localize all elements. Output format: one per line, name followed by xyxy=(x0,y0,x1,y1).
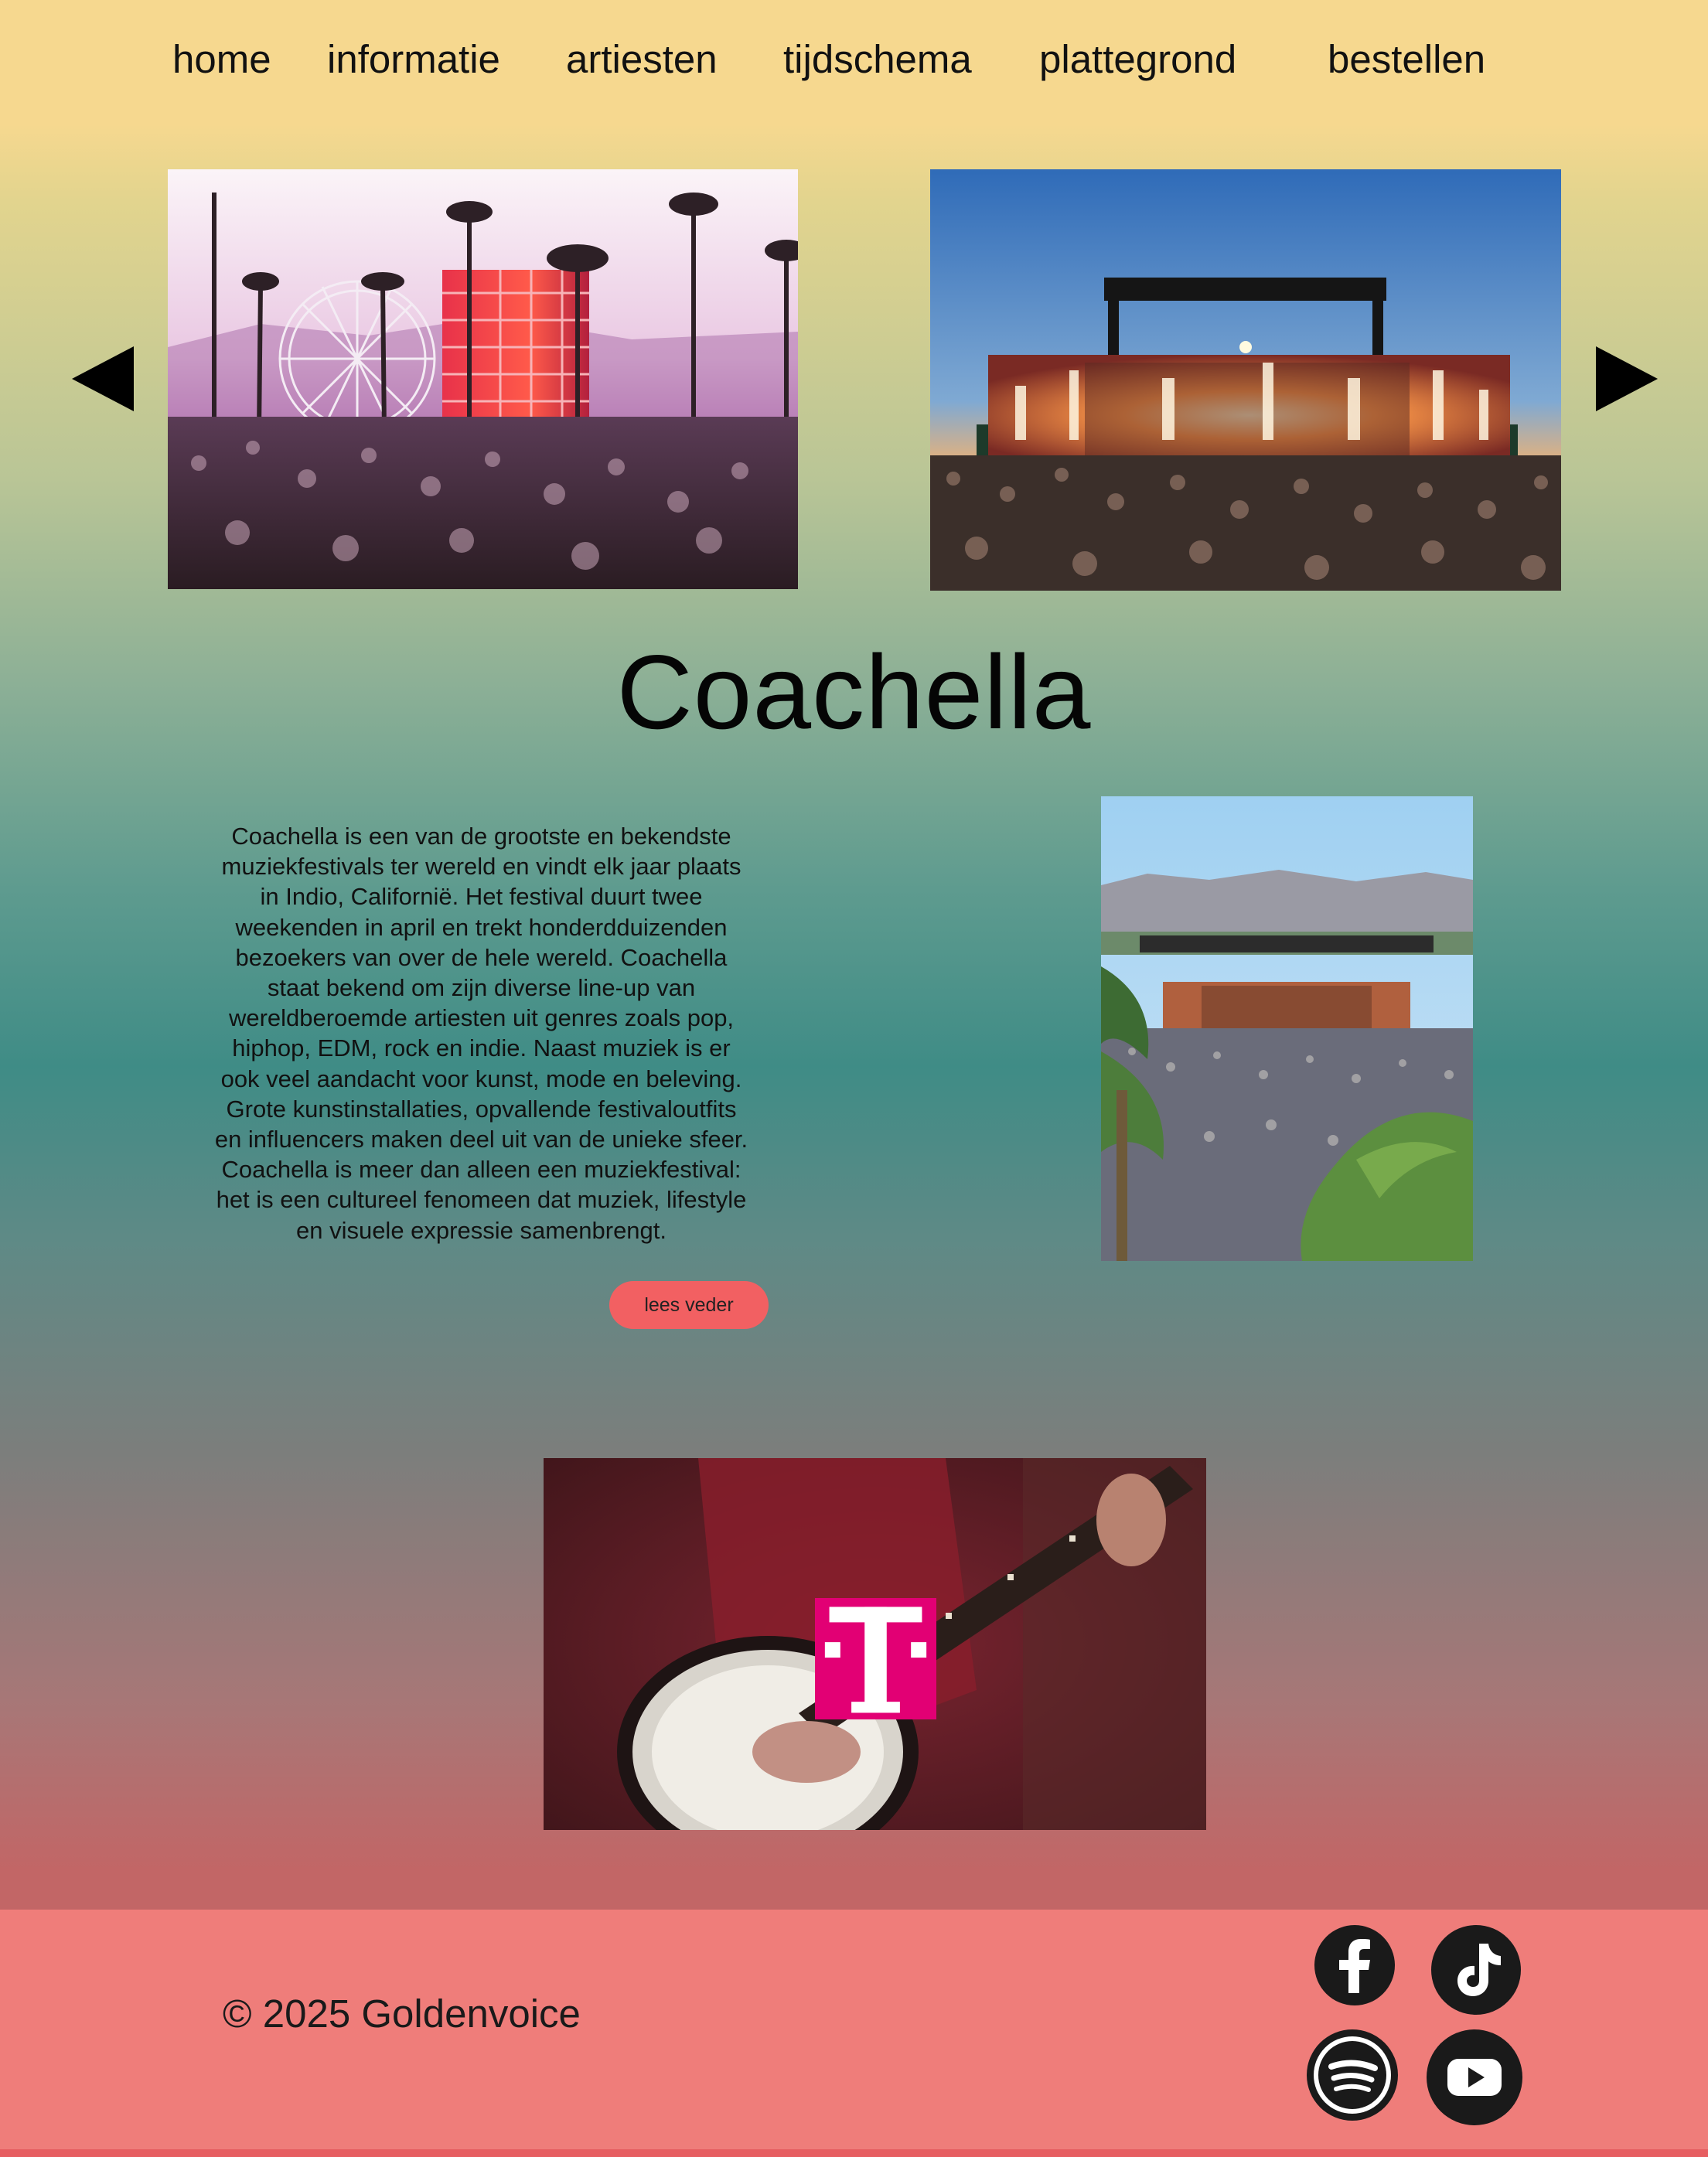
facebook-link[interactable] xyxy=(1314,1925,1395,2005)
sponsor-banjo-image xyxy=(544,1458,1206,1830)
carousel-next-button[interactable] xyxy=(1594,346,1658,411)
carousel-image-ferris-wheel xyxy=(168,169,798,589)
read-more-button[interactable]: lees veder xyxy=(609,1281,769,1329)
triangle-right-icon xyxy=(1596,346,1658,411)
paragraph-line: staat bekend om zijn diverse line-up van xyxy=(267,974,696,1002)
paragraph-line: en visuele expressie samenbrengt. xyxy=(295,1216,667,1244)
intro-paragraph: Coachella is een van de grootste en beke… xyxy=(182,821,781,1245)
paragraph-line: bezoekers van over de hele wereld. Coach… xyxy=(235,943,728,971)
youtube-link[interactable] xyxy=(1426,2029,1523,2125)
facebook-icon xyxy=(1314,1925,1395,2005)
nav-item-bestellen[interactable]: bestellen xyxy=(1328,32,1485,87)
paragraph-line: Coachella is meer dan alleen een muziekf… xyxy=(221,1156,741,1184)
nav-item-artiesten[interactable]: artiesten xyxy=(566,32,718,87)
paragraph-line: in Indio, Californië. Het festival duurt… xyxy=(260,883,703,911)
tiktok-link[interactable] xyxy=(1431,1925,1521,2015)
nav-item-home[interactable]: home xyxy=(172,32,271,87)
paragraph-line: het is een cultureel fenomeen dat muziek… xyxy=(216,1186,747,1214)
spotify-icon xyxy=(1307,2029,1398,2121)
nav-item-informatie[interactable]: informatie xyxy=(327,32,500,87)
top-navigation: home informatie artiesten tijdschema pla… xyxy=(0,0,1708,125)
paragraph-line: Coachella is een van de grootste en beke… xyxy=(231,823,731,850)
paragraph-line: en influencers maken deel uit van de uni… xyxy=(214,1126,748,1153)
footer-bottom-strip xyxy=(0,2149,1708,2157)
nav-item-plattegrond[interactable]: plattegrond xyxy=(1039,32,1236,87)
paragraph-line: wereldberoemde artiesten uit genres zoal… xyxy=(228,1004,735,1032)
telekom-logo xyxy=(815,1598,936,1719)
nav-item-tijdschema[interactable]: tijdschema xyxy=(783,32,972,87)
carousel-prev-button[interactable] xyxy=(72,346,135,411)
copyright-text: © 2025 Goldenvoice xyxy=(223,1992,581,2036)
paragraph-line: ook veel aandacht voor kunst, mode en be… xyxy=(220,1065,742,1092)
paragraph-line: hiphop, EDM, rock en indie. Naast muziek… xyxy=(232,1034,731,1062)
youtube-icon xyxy=(1427,2029,1522,2125)
tiktok-icon xyxy=(1431,1925,1521,2015)
paragraph-line: muziekfestivals ter wereld en vindt elk … xyxy=(221,853,741,881)
carousel-image-main-stage xyxy=(930,169,1561,591)
spotify-link[interactable] xyxy=(1307,2029,1398,2121)
paragraph-line: Grote kunstinstallaties, opvallende fest… xyxy=(226,1095,737,1123)
paragraph-line: weekenden in april en trekt honderdduize… xyxy=(235,913,728,941)
aerial-festival-image xyxy=(1101,796,1473,1261)
triangle-left-icon xyxy=(72,346,134,411)
telekom-t-icon xyxy=(824,1607,927,1713)
page-title: Coachella xyxy=(616,633,1092,751)
